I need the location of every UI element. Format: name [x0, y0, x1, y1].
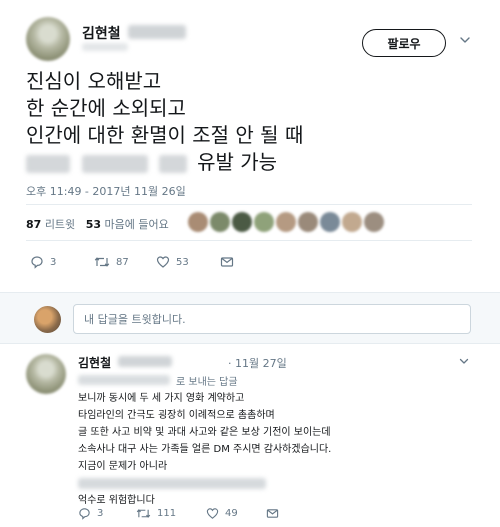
- liker-avatar[interactable]: [320, 212, 340, 232]
- divider: [26, 240, 472, 241]
- like-action-count: 53: [176, 256, 189, 268]
- reply-text-line: 지금이 문제가 아니라: [78, 461, 168, 472]
- reply-text-line: 글 또한 사고 비약 및 과대 사고와 같은 보상 기전이 보이는데: [78, 427, 331, 438]
- like-count[interactable]: 53: [86, 218, 101, 231]
- reply-author-name[interactable]: 김현철: [78, 354, 111, 371]
- like-count-label[interactable]: 마음에 들어요: [105, 218, 169, 231]
- reply-reply-count: 3: [97, 507, 104, 519]
- reply-text: 보니까 동시에 두 세 가지 영화 계약하고 타임라인의 간극도 굉장히 이례적…: [78, 390, 331, 509]
- tweet-text-line-last: 유발 가능: [26, 149, 476, 176]
- liker-avatar[interactable]: [232, 212, 252, 232]
- liker-avatar[interactable]: [364, 212, 384, 232]
- reply-text-line: 소속사나 대구 사는 가족들 얼른 DM 주시면 감사하겠습니다.: [78, 444, 332, 455]
- blurred-word: [82, 154, 149, 173]
- reply-action[interactable]: 3: [30, 253, 56, 271]
- reply-input[interactable]: 내 답글을 트윗합니다.: [73, 304, 471, 334]
- reply-icon: [79, 507, 90, 520]
- reply-text-line: 억수로 위험합니다: [78, 495, 155, 506]
- reply-text-line: 보니까 동시에 두 세 가지 영화 계약하고: [78, 393, 245, 404]
- author-name[interactable]: 김현철: [82, 23, 121, 43]
- liker-avatar[interactable]: [254, 212, 274, 232]
- retweet-count[interactable]: 87: [26, 218, 41, 231]
- reply-text-line: 타임라인의 간극도 굉장히 이례적으로 촘촘하며: [78, 410, 275, 421]
- caret-down-icon[interactable]: [458, 355, 470, 367]
- reply-icon: [31, 256, 43, 269]
- reply-retweet-action[interactable]: 111: [136, 505, 176, 521]
- author-avatar[interactable]: [26, 17, 70, 61]
- liker-avatar[interactable]: [210, 212, 230, 232]
- reply-date-text: 11월 27일: [235, 357, 287, 370]
- current-user-avatar: [34, 306, 61, 333]
- author-subtext-blurred: [82, 43, 128, 51]
- liker-avatar[interactable]: [188, 212, 208, 232]
- reply-message-action[interactable]: [266, 505, 279, 521]
- heart-icon: [156, 256, 170, 268]
- author-handle-blurred: [128, 25, 186, 39]
- tweet-timestamp[interactable]: 오후 11:49 - 2017년 11월 26일: [26, 183, 186, 199]
- retweet-icon: [136, 508, 151, 518]
- reply-retweet-count: 111: [157, 507, 177, 519]
- reply-like-action[interactable]: 49: [206, 505, 238, 521]
- reply-date[interactable]: · 11월 27일: [228, 355, 287, 371]
- tweet-text-line: 한 순간에 소외되고: [26, 96, 186, 120]
- retweet-count-label[interactable]: 리트윗: [45, 218, 75, 231]
- follow-button[interactable]: 팔로우: [362, 29, 446, 57]
- retweet-action[interactable]: 87: [94, 253, 129, 271]
- reply-like-count: 49: [225, 507, 238, 519]
- tweet-text: 진심이 오해받고 한 순간에 소외되고 인간에 대한 환멸이 조절 안 될 때 …: [26, 68, 476, 176]
- retweet-icon: [94, 257, 110, 267]
- message-action[interactable]: [220, 253, 234, 271]
- blurred-word: [158, 154, 187, 173]
- liker-avatar[interactable]: [342, 212, 362, 232]
- reply-to-label: 로 보내는 답글: [176, 377, 238, 388]
- retweet-action-count: 87: [116, 256, 129, 268]
- liker-avatar[interactable]: [276, 212, 296, 232]
- liker-avatar[interactable]: [298, 212, 318, 232]
- reply-author-avatar[interactable]: [26, 354, 66, 394]
- divider: [26, 204, 472, 205]
- reply-text-line-blurred: [78, 475, 331, 492]
- reply-count: 3: [50, 256, 57, 268]
- tweet-text-line: 인간에 대한 환멸이 조절 안 될 때: [26, 123, 304, 147]
- tweet-text-visible-end: 유발 가능: [197, 150, 278, 174]
- caret-down-icon[interactable]: [458, 33, 472, 47]
- message-icon: [266, 508, 279, 518]
- tweet-text-line: 진심이 오해받고: [26, 69, 162, 93]
- tweet-stats: 87 리트윗 53 마음에 들어요: [26, 216, 169, 232]
- blurred-word: [26, 154, 70, 173]
- reply-author-handle-blurred: [118, 356, 172, 367]
- heart-icon: [206, 507, 219, 519]
- message-icon: [220, 257, 234, 267]
- blurred-text: [78, 477, 266, 489]
- reply-reply-action[interactable]: 3: [78, 505, 103, 521]
- reply-to-handle-blurred: [78, 375, 170, 385]
- like-action[interactable]: 53: [156, 253, 189, 271]
